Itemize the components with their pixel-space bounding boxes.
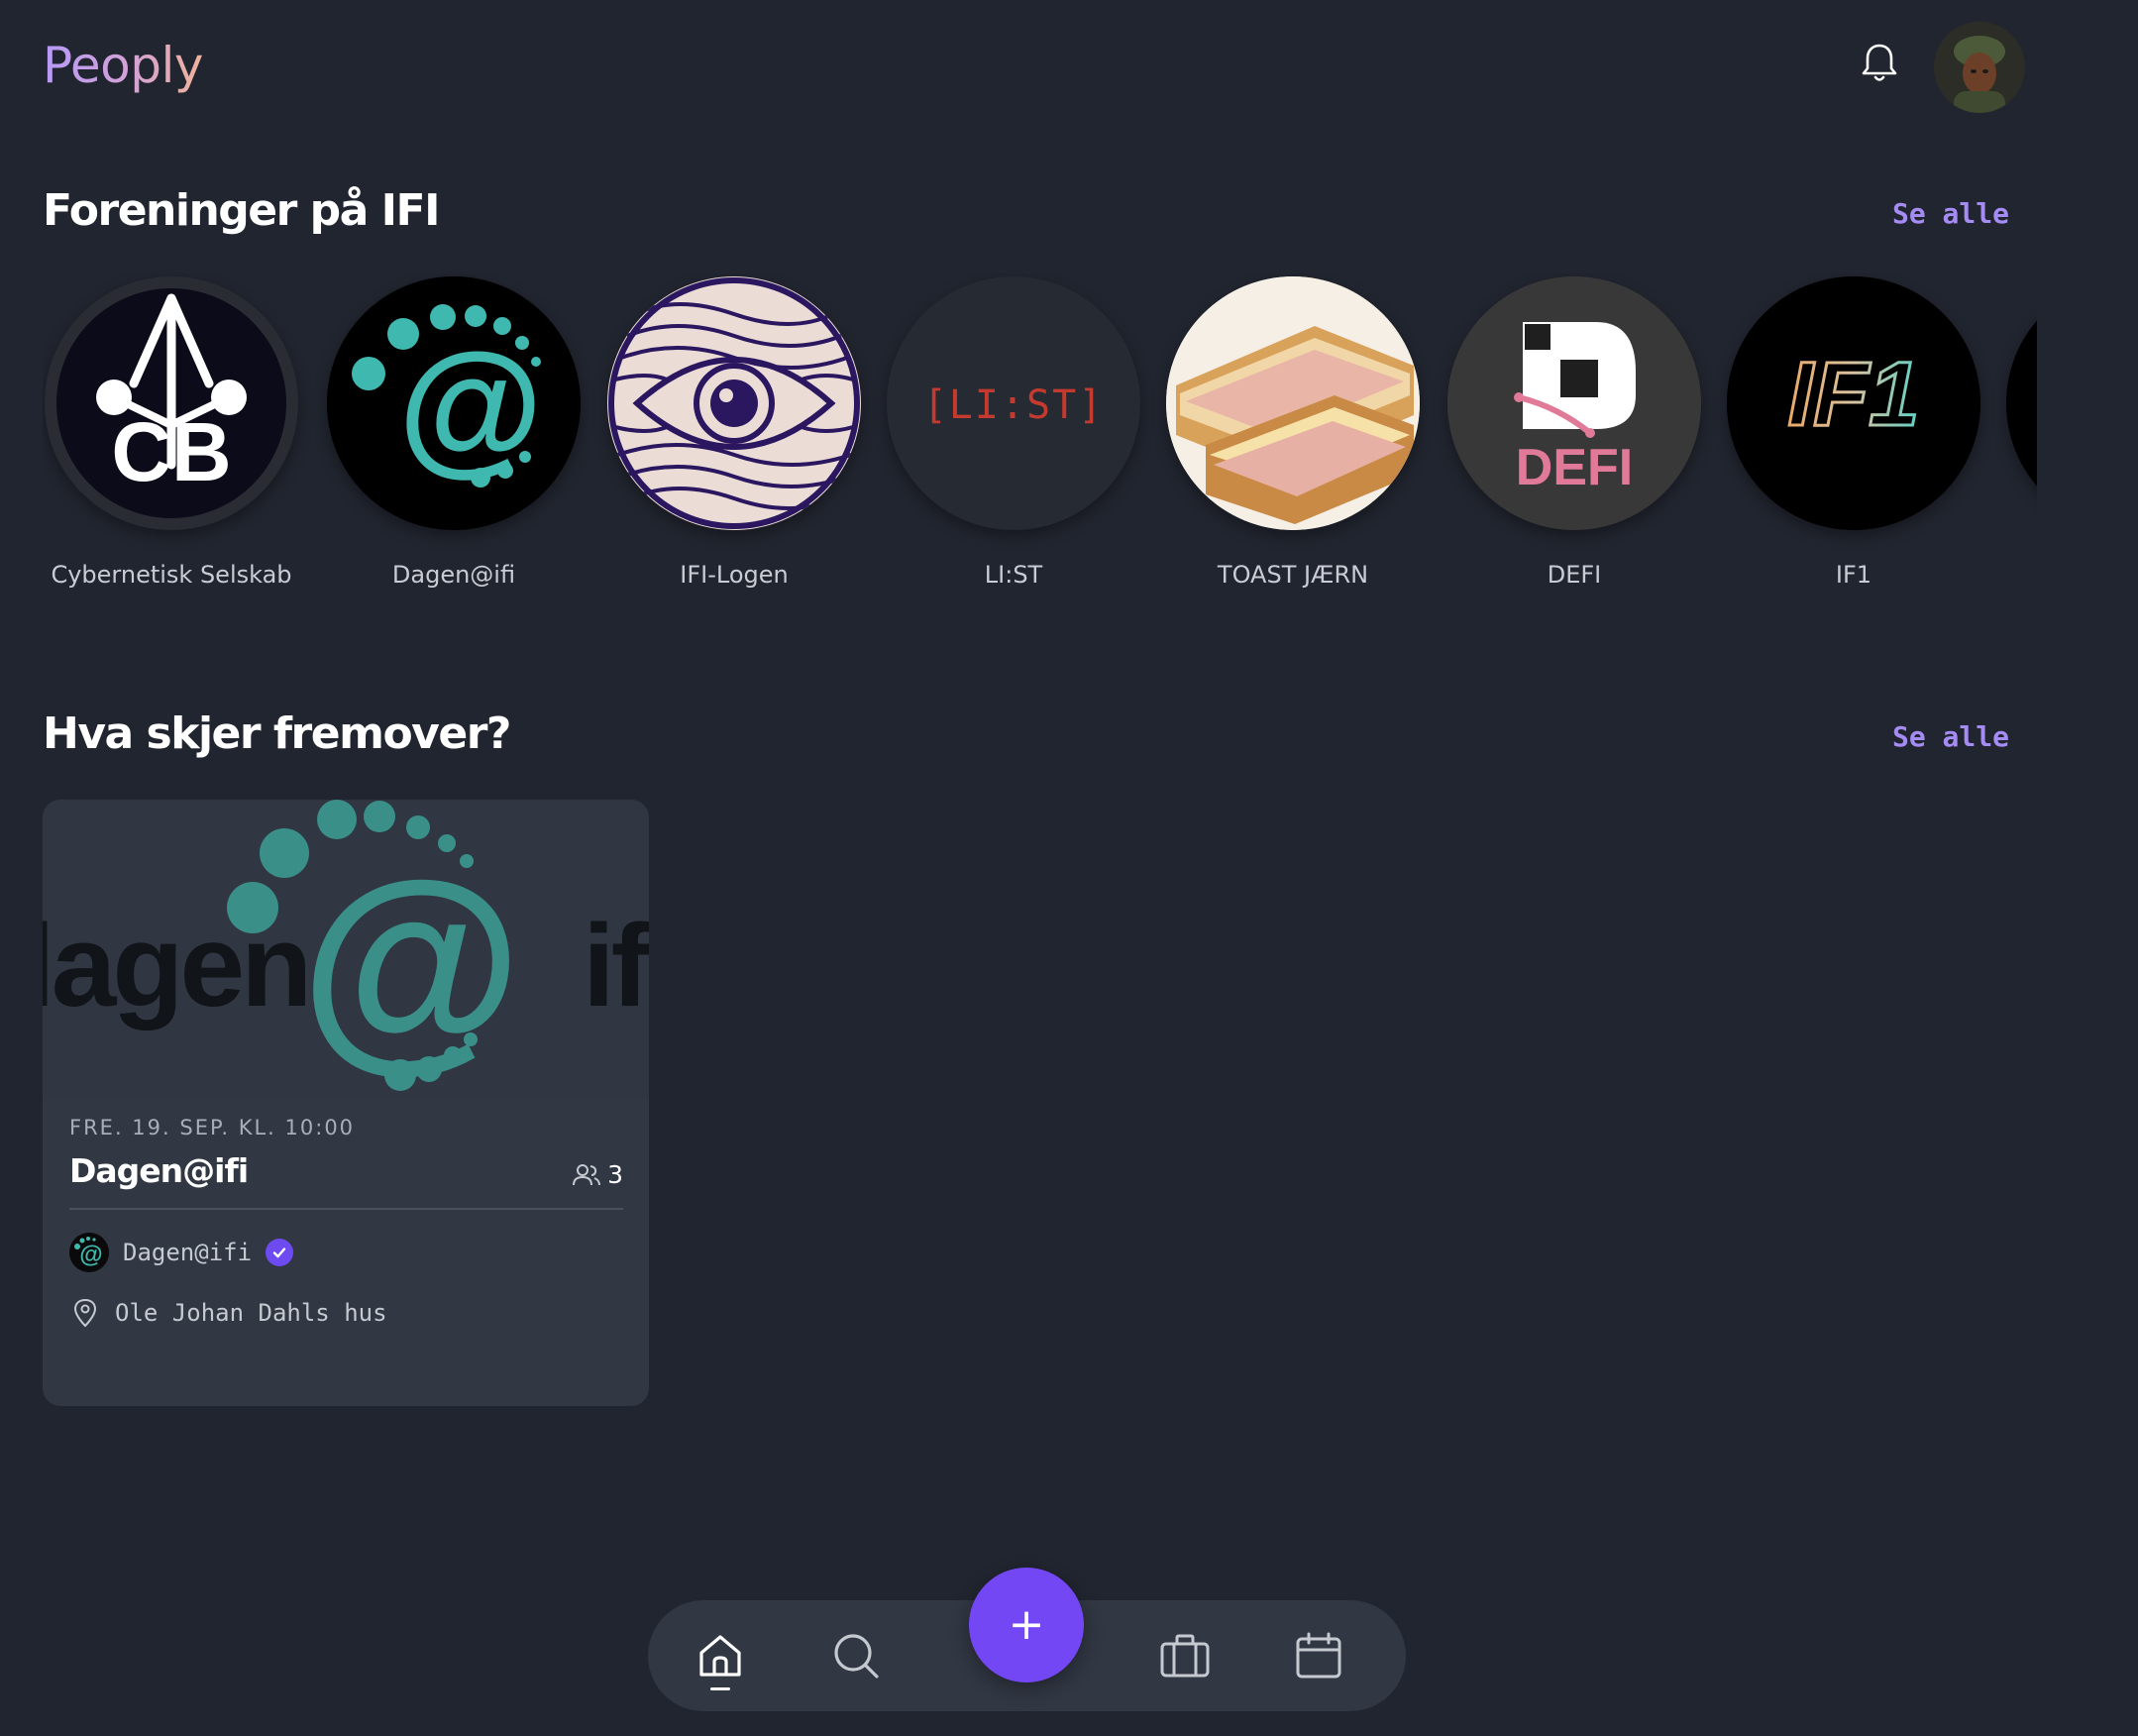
home-icon [699, 1635, 741, 1677]
location-pin-icon [73, 1298, 97, 1328]
associations-carousel[interactable]: CB Cybernetisk Selskab @ Dagen@ifi IFI-L… [43, 273, 2037, 591]
calendar-icon [1296, 1632, 1341, 1679]
association-item[interactable]: IFI-Logen [605, 273, 863, 590]
association-logo [607, 276, 861, 530]
association-name: TOAST JÆRN [1217, 561, 1369, 589]
nav-jobs[interactable] [1153, 1624, 1217, 1687]
create-button[interactable]: + [969, 1568, 1084, 1682]
verified-badge [266, 1239, 294, 1266]
bell-icon [1862, 44, 1897, 81]
association-logo: [LI:ST] [887, 276, 1140, 530]
svg-text:lagen: lagen [43, 901, 308, 1031]
association-logo [1166, 276, 1420, 530]
association-name: Cybernetisk Selskab [51, 561, 292, 589]
cybernetisk-logo-icon: CB [56, 288, 286, 518]
association-logo: DEFI [1447, 276, 1701, 530]
svg-text:if: if [583, 901, 649, 1031]
plus-icon: + [1008, 1599, 1045, 1650]
svg-text:[LI:ST]: [LI:ST] [923, 382, 1105, 428]
svg-text:IF1: IF1 [1788, 344, 1920, 445]
toast-logo-icon [1166, 276, 1420, 530]
app-logo[interactable]: Peoply [43, 36, 203, 95]
location-name: Ole Johan Dahls hus [115, 1299, 387, 1327]
event-image: @ lagen if [43, 800, 649, 1097]
svg-text:@: @ [79, 1242, 102, 1268]
event-date: FRE. 19. SEP. KL. 10:00 [69, 1116, 356, 1139]
association-logo: @ [327, 276, 581, 530]
association-name: DEFI [1547, 561, 1602, 589]
event-divider [69, 1208, 623, 1210]
events-see-all-link[interactable]: Se alle [1892, 719, 2009, 755]
nav-active-indicator [710, 1687, 730, 1690]
svg-text:@: @ [398, 322, 543, 488]
association-item[interactable]: @ Dagen@ifi [325, 273, 583, 590]
dagen-mini-logo-icon: @ [69, 1233, 109, 1272]
association-partial-logo-icon: P [2006, 320, 2037, 487]
briefcase-icon [1160, 1634, 1210, 1678]
nav-calendar[interactable] [1287, 1624, 1350, 1687]
association-item[interactable]: [LI:ST] LI:ST [885, 273, 1142, 590]
svg-text:@: @ [300, 835, 522, 1090]
notifications-button[interactable] [1859, 42, 1900, 85]
checkmark-icon [272, 1248, 286, 1258]
association-name: LI:ST [984, 561, 1043, 589]
association-logo: CB [45, 276, 298, 530]
association-name: IF1 [1835, 561, 1872, 589]
associations-title: Foreninger på IFI [43, 185, 440, 236]
association-name: Dagen@ifi [391, 561, 516, 589]
events-title: Hva skjer fremover? [43, 708, 511, 759]
nav-search[interactable] [824, 1624, 888, 1687]
dagen-logo-icon: @ [327, 276, 581, 530]
association-item[interactable]: CB Cybernetisk Selskab [43, 273, 300, 590]
association-item[interactable]: IF1 IF1 [1725, 273, 1982, 590]
defi-logo-icon: DEFI [1447, 276, 1701, 530]
event-card[interactable]: @ lagen if FRE. 19. SEP. KL. 10:00 Dagen… [43, 800, 649, 1406]
user-avatar[interactable] [1934, 22, 2025, 113]
event-organizer[interactable]: @ Dagen@ifi [69, 1233, 294, 1272]
list-logo-icon: [LI:ST] [887, 276, 1140, 530]
people-icon [573, 1163, 601, 1185]
dagen-banner-icon: @ lagen if [43, 800, 649, 1097]
association-logo: P [2006, 276, 2037, 530]
avatar-icon [1934, 22, 2025, 113]
association-item[interactable]: P [2004, 273, 2037, 560]
organizer-avatar: @ [69, 1233, 109, 1272]
association-logo: IF1 [1727, 276, 1980, 530]
svg-text:CB: CB [111, 405, 231, 498]
organizer-name: Dagen@ifi [123, 1239, 253, 1266]
eye-logo-icon [608, 277, 860, 529]
home-page: Peoply Foreninger på IFI Se alle CB Cybe… [0, 0, 2138, 1736]
association-item[interactable]: TOAST JÆRN [1164, 273, 1422, 590]
search-icon [834, 1634, 879, 1679]
attendee-count: 3 [572, 1160, 623, 1189]
if1-logo-icon: IF1 [1727, 276, 1980, 530]
svg-text:DEFI: DEFI [1516, 439, 1633, 496]
event-title: Dagen@ifi [69, 1151, 249, 1190]
event-location: Ole Johan Dahls hus [72, 1298, 387, 1328]
association-name: IFI-Logen [680, 561, 789, 589]
attendee-count-value: 3 [607, 1160, 623, 1189]
associations-see-all-link[interactable]: Se alle [1892, 196, 2009, 232]
association-item[interactable]: DEFI DEFI [1445, 273, 1703, 590]
nav-home[interactable] [689, 1624, 752, 1687]
